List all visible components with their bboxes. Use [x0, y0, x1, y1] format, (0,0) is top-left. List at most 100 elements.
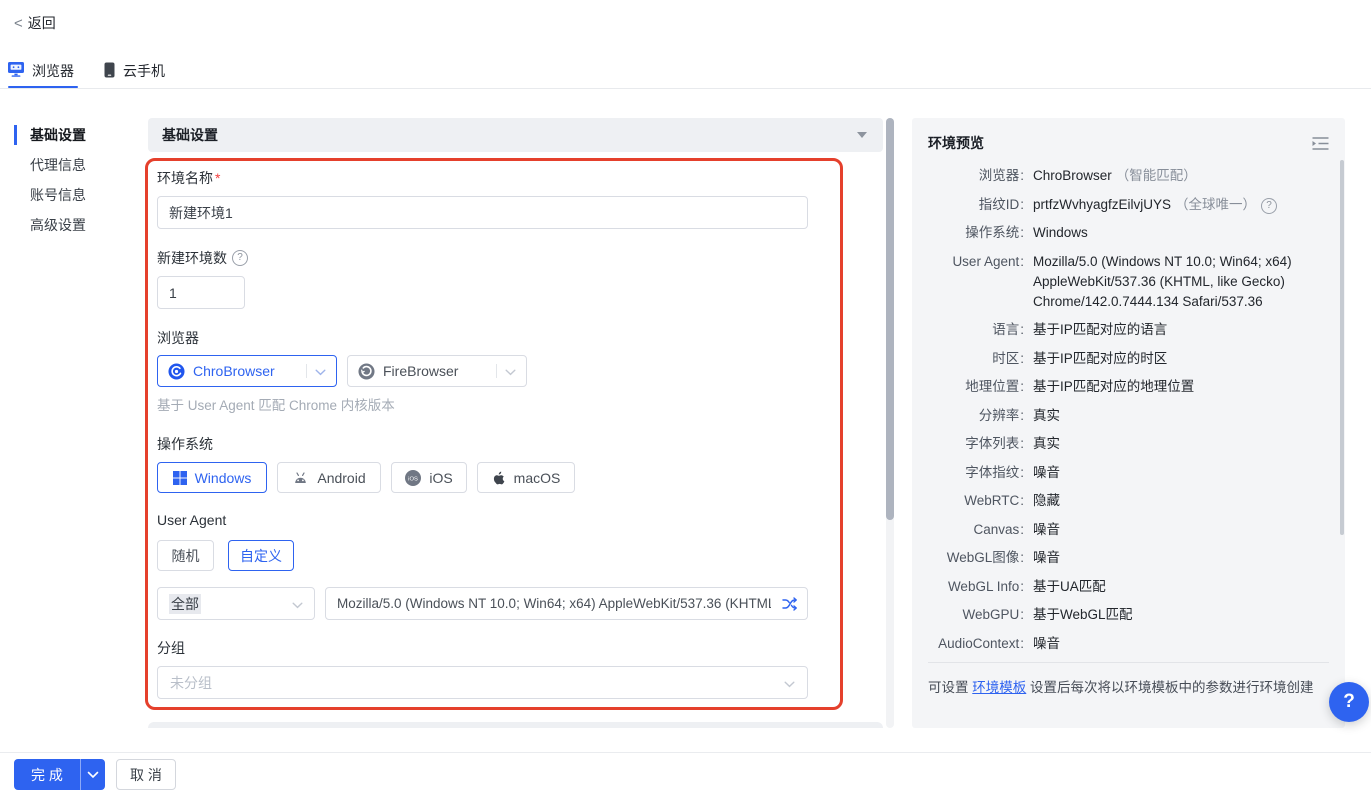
preview-divider	[928, 662, 1329, 663]
preview-row-label: User Agent	[928, 252, 1024, 312]
preview-row-label: 字体列表	[928, 434, 1024, 454]
os-option-label: macOS	[514, 470, 561, 486]
preview-row-note: （智能匹配）	[1116, 168, 1197, 183]
preview-row-value: prtfzWvhyagfzEilvjUYS（全球唯一）?	[1033, 195, 1329, 215]
preview-row: 语言 基于IP匹配对应的语言	[928, 320, 1329, 340]
os-option-windows[interactable]: Windows	[157, 462, 267, 493]
shuffle-icon[interactable]	[782, 597, 798, 614]
preview-title: 环境预览	[928, 133, 984, 153]
group-select[interactable]: 未分组	[157, 666, 808, 699]
group-placeholder: 未分组	[170, 673, 212, 693]
preview-row: 浏览器 ChroBrowser（智能匹配）	[928, 166, 1329, 186]
preview-row-label: WebRTC	[928, 491, 1024, 511]
sidebar-item-label: 账号信息	[30, 187, 86, 203]
annotation-highlight-box	[145, 158, 843, 710]
preview-row-label: WebGL图像	[928, 548, 1024, 568]
environment-preview-panel: 环境预览 浏览器 ChroBrowser（智能匹配） 指纹ID prtfzWvh…	[912, 118, 1345, 728]
question-circle-icon[interactable]: ?	[1261, 198, 1277, 214]
back-link[interactable]: < 返回	[14, 13, 56, 33]
preview-row-value: ChroBrowser（智能匹配）	[1033, 166, 1329, 186]
tab-bar: 浏览器 云手机	[0, 55, 1371, 89]
tab-browser-label: 浏览器	[32, 61, 74, 81]
preview-row: 时区 基于IP匹配对应的时区	[928, 349, 1329, 369]
firebrowser-logo-icon	[358, 363, 375, 380]
os-option-label: iOS	[429, 470, 452, 486]
preview-row-label: WebGPU	[928, 605, 1024, 625]
monitor-icon	[8, 62, 24, 80]
sidebar-item[interactable]: 代理信息	[0, 150, 148, 180]
env-count-input[interactable]	[157, 276, 245, 309]
os-option-android[interactable]: Android	[277, 462, 381, 493]
collapse-caret-icon[interactable]	[857, 132, 867, 138]
tab-cloud-phone[interactable]: 云手机	[104, 55, 165, 87]
preview-row-label: 时区	[928, 349, 1024, 369]
user-agent-label: User Agent	[157, 512, 226, 528]
main-scrollbar-thumb[interactable]	[886, 118, 894, 520]
env-count-label: 新建环境数 ?	[157, 248, 248, 268]
group-label: 分组	[157, 638, 185, 658]
preview-row-value: 噪音	[1033, 520, 1329, 540]
chevron-down-icon[interactable]	[505, 363, 516, 379]
sidebar-item[interactable]: 账号信息	[0, 180, 148, 210]
footer-bar	[0, 752, 1371, 795]
preview-row-value: 基于IP匹配对应的语言	[1033, 320, 1329, 340]
ua-value-input[interactable]	[325, 587, 808, 620]
ios-icon: iOS	[405, 470, 421, 486]
os-option-ios[interactable]: iOS iOS	[391, 462, 467, 493]
question-circle-icon[interactable]: ?	[232, 250, 248, 266]
preview-footnote: 可设置 环境模板 设置后每次将以环境模板中的参数进行环境创建	[928, 676, 1329, 696]
preview-row-value: 真实	[1033, 434, 1329, 454]
sidebar-item[interactable]: 高级设置	[0, 210, 148, 240]
preview-row: 字体列表 真实	[928, 434, 1329, 454]
main-form-panel: 基础设置 环境名称* 新建环境数 ? 浏览器 ChroBrowser FireB…	[148, 118, 883, 728]
preview-row: 操作系统 Windows	[928, 223, 1329, 243]
browser-label: 浏览器	[157, 328, 199, 348]
browser-option-label: ChroBrowser	[193, 363, 306, 379]
chrobrowser-logo-icon	[168, 363, 185, 380]
preview-row: AudioContext 噪音	[928, 634, 1329, 654]
env-template-link[interactable]: 环境模板	[972, 680, 1026, 695]
ua-input-wrapper	[325, 587, 808, 620]
os-option-label: Windows	[195, 470, 252, 486]
preview-row-value: 噪音	[1033, 548, 1329, 568]
sidebar-item-label: 高级设置	[30, 217, 86, 233]
ua-filter-select[interactable]: 全部	[157, 587, 315, 620]
main-scrollbar-track[interactable]	[886, 118, 894, 728]
tab-browser[interactable]: 浏览器	[8, 55, 74, 87]
preview-row: Canvas 噪音	[928, 520, 1329, 540]
preview-row-value: 基于IP匹配对应的时区	[1033, 349, 1329, 369]
env-name-input[interactable]	[157, 196, 808, 229]
preview-row-value: 基于WebGL匹配	[1033, 605, 1329, 625]
preview-row: User Agent Mozilla/5.0 (Windows NT 10.0;…	[928, 252, 1329, 312]
next-section-header-partial	[148, 722, 883, 728]
browser-option-chrobrowser[interactable]: ChroBrowser	[157, 355, 337, 387]
preview-row-label: WebGL Info	[928, 577, 1024, 597]
preview-row: 地理位置 基于IP匹配对应的地理位置	[928, 377, 1329, 397]
cancel-button[interactable]: 取 消	[116, 759, 176, 790]
os-option-macos[interactable]: macOS	[477, 462, 575, 493]
settings-sidebar: 基础设置 代理信息 账号信息 高级设置	[0, 120, 148, 240]
preview-row: WebGPU 基于WebGL匹配	[928, 605, 1329, 625]
confirm-dropdown-button[interactable]	[80, 759, 105, 790]
collapse-panel-icon[interactable]	[1312, 137, 1329, 150]
preview-row-label: 操作系统	[928, 223, 1024, 243]
help-button[interactable]: ?	[1329, 682, 1369, 722]
ua-mode-random-button[interactable]: 随机	[157, 540, 214, 571]
preview-row-label: Canvas	[928, 520, 1024, 540]
sidebar-item[interactable]: 基础设置	[0, 120, 148, 150]
preview-row-label: 地理位置	[928, 377, 1024, 397]
browser-option-firebrowser[interactable]: FireBrowser	[347, 355, 527, 387]
chevron-down-icon[interactable]	[315, 363, 326, 379]
preview-row: 指纹ID prtfzWvhyagfzEilvjUYS（全球唯一）?	[928, 195, 1329, 215]
ua-mode-custom-button[interactable]: 自定义	[228, 540, 294, 571]
android-icon	[292, 471, 309, 484]
preview-row: 分辨率 真实	[928, 406, 1329, 426]
preview-rows: 浏览器 ChroBrowser（智能匹配） 指纹ID prtfzWvhyagfz…	[928, 166, 1329, 654]
phone-icon	[104, 62, 115, 81]
confirm-button[interactable]: 完 成	[14, 759, 80, 790]
chevron-down-icon	[784, 675, 795, 691]
apple-icon	[492, 470, 506, 486]
active-tab-underline	[8, 86, 78, 88]
preview-scrollbar-thumb[interactable]	[1340, 160, 1344, 535]
section-header-basic-settings[interactable]: 基础设置	[148, 118, 883, 152]
